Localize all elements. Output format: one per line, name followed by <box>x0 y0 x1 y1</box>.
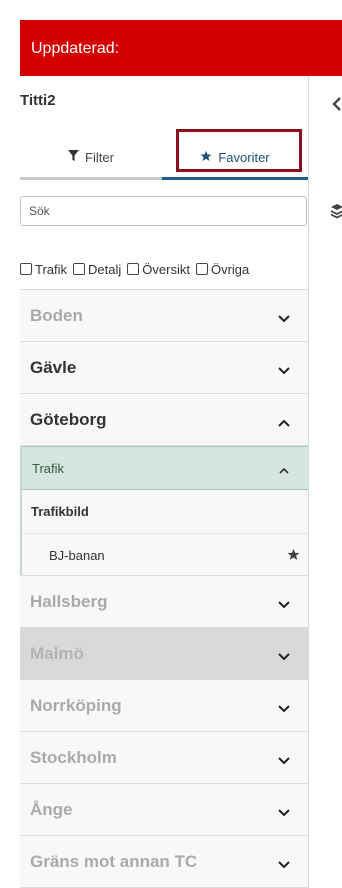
app-header: Uppdaterad: <box>20 20 342 76</box>
checkbox-trafik[interactable]: Trafik <box>20 262 67 277</box>
search-input[interactable] <box>20 196 307 226</box>
filter-icon <box>68 150 80 164</box>
location-label: Norrköping <box>30 695 122 715</box>
chevron-down-icon <box>278 808 290 821</box>
location-label: Gräns mot annan TC <box>30 851 198 871</box>
category-row-trafik[interactable]: Trafik <box>22 446 308 490</box>
checkbox-label: Trafik <box>35 261 68 277</box>
chevron-down-icon <box>278 652 290 665</box>
tab-favorites[interactable]: Favoriter <box>162 134 308 180</box>
checkbox-oversikt[interactable]: Översikt <box>127 262 190 277</box>
location-label: Gävle <box>30 357 77 377</box>
location-row-grans-mot-annan-tc[interactable]: Gräns mot annan TC <box>20 835 308 888</box>
checkbox-box[interactable] <box>20 263 32 275</box>
section-title: Trafikbild <box>22 490 308 534</box>
checkbox-label: Detalj <box>88 261 122 277</box>
tab-favorites-label: Favoriter <box>218 149 270 165</box>
chevron-down-icon <box>278 366 290 379</box>
chevron-down-icon <box>278 314 290 327</box>
tab-filter-label: Filter <box>85 149 114 165</box>
star-icon <box>200 150 212 165</box>
location-label: Boden <box>30 305 83 325</box>
favorite-item-label: BJ-banan <box>49 547 105 563</box>
category-label: Trafik <box>32 460 65 476</box>
location-row-gavle[interactable]: Gävle <box>20 341 308 394</box>
checkbox-label: Översikt <box>142 261 190 277</box>
location-row-goteborg[interactable]: Göteborg <box>20 393 308 446</box>
favorite-item[interactable]: BJ-banan <box>22 534 308 576</box>
goteborg-expanded: Trafik Trafikbild BJ-banan <box>20 446 308 576</box>
checkbox-ovriga[interactable]: Övriga <box>195 261 250 277</box>
location-row-hallsberg[interactable]: Hallsberg <box>20 575 308 628</box>
location-row-norrkoping[interactable]: Norrköping <box>20 679 308 732</box>
tab-filter[interactable]: Filter <box>20 134 162 180</box>
chevron-down-icon <box>278 704 290 717</box>
location-row-boden[interactable]: Boden <box>20 289 308 342</box>
filter-checkboxes: Trafik Detalj Översikt Övriga <box>20 258 308 280</box>
location-row-stockholm[interactable]: Stockholm <box>20 731 308 784</box>
tab-bar: Filter Favoriter <box>20 134 308 180</box>
checkbox-box[interactable] <box>127 263 140 275</box>
chevron-left-icon[interactable] <box>330 96 342 112</box>
layers-icon[interactable] <box>330 203 342 219</box>
location-label: Göteborg <box>30 409 107 429</box>
chevron-down-icon <box>278 756 290 769</box>
location-label: Hallsberg <box>30 591 108 611</box>
checkbox-label: Övriga <box>210 261 250 277</box>
chevron-down-icon <box>278 600 290 613</box>
location-label: Stockholm <box>30 747 117 767</box>
tab-favorites-underline <box>162 177 308 180</box>
location-label: Malmö <box>30 643 84 663</box>
location-row-ange[interactable]: Ånge <box>20 783 308 836</box>
location-list: Boden Gävle Göteborg Trafik Trafikbild B… <box>20 289 308 888</box>
checkbox-detalj[interactable]: Detalj <box>73 262 121 277</box>
chevron-up-icon <box>278 419 290 431</box>
favorites-panel: Titti2 Filter Favoriter Trafik Detalj Öv… <box>20 76 308 888</box>
location-label: Ånge <box>30 799 73 819</box>
chevron-up-icon <box>279 467 290 479</box>
panel-divider <box>308 76 309 888</box>
tab-filter-underline <box>20 177 162 180</box>
star-icon[interactable] <box>287 548 300 561</box>
checkbox-box[interactable] <box>195 263 208 275</box>
location-row-malmo[interactable]: Malmö <box>20 627 308 680</box>
chevron-down-icon <box>278 860 290 873</box>
user-name: Titti2 <box>20 92 56 109</box>
header-title: Uppdaterad: <box>31 40 120 57</box>
checkbox-box[interactable] <box>73 263 86 275</box>
